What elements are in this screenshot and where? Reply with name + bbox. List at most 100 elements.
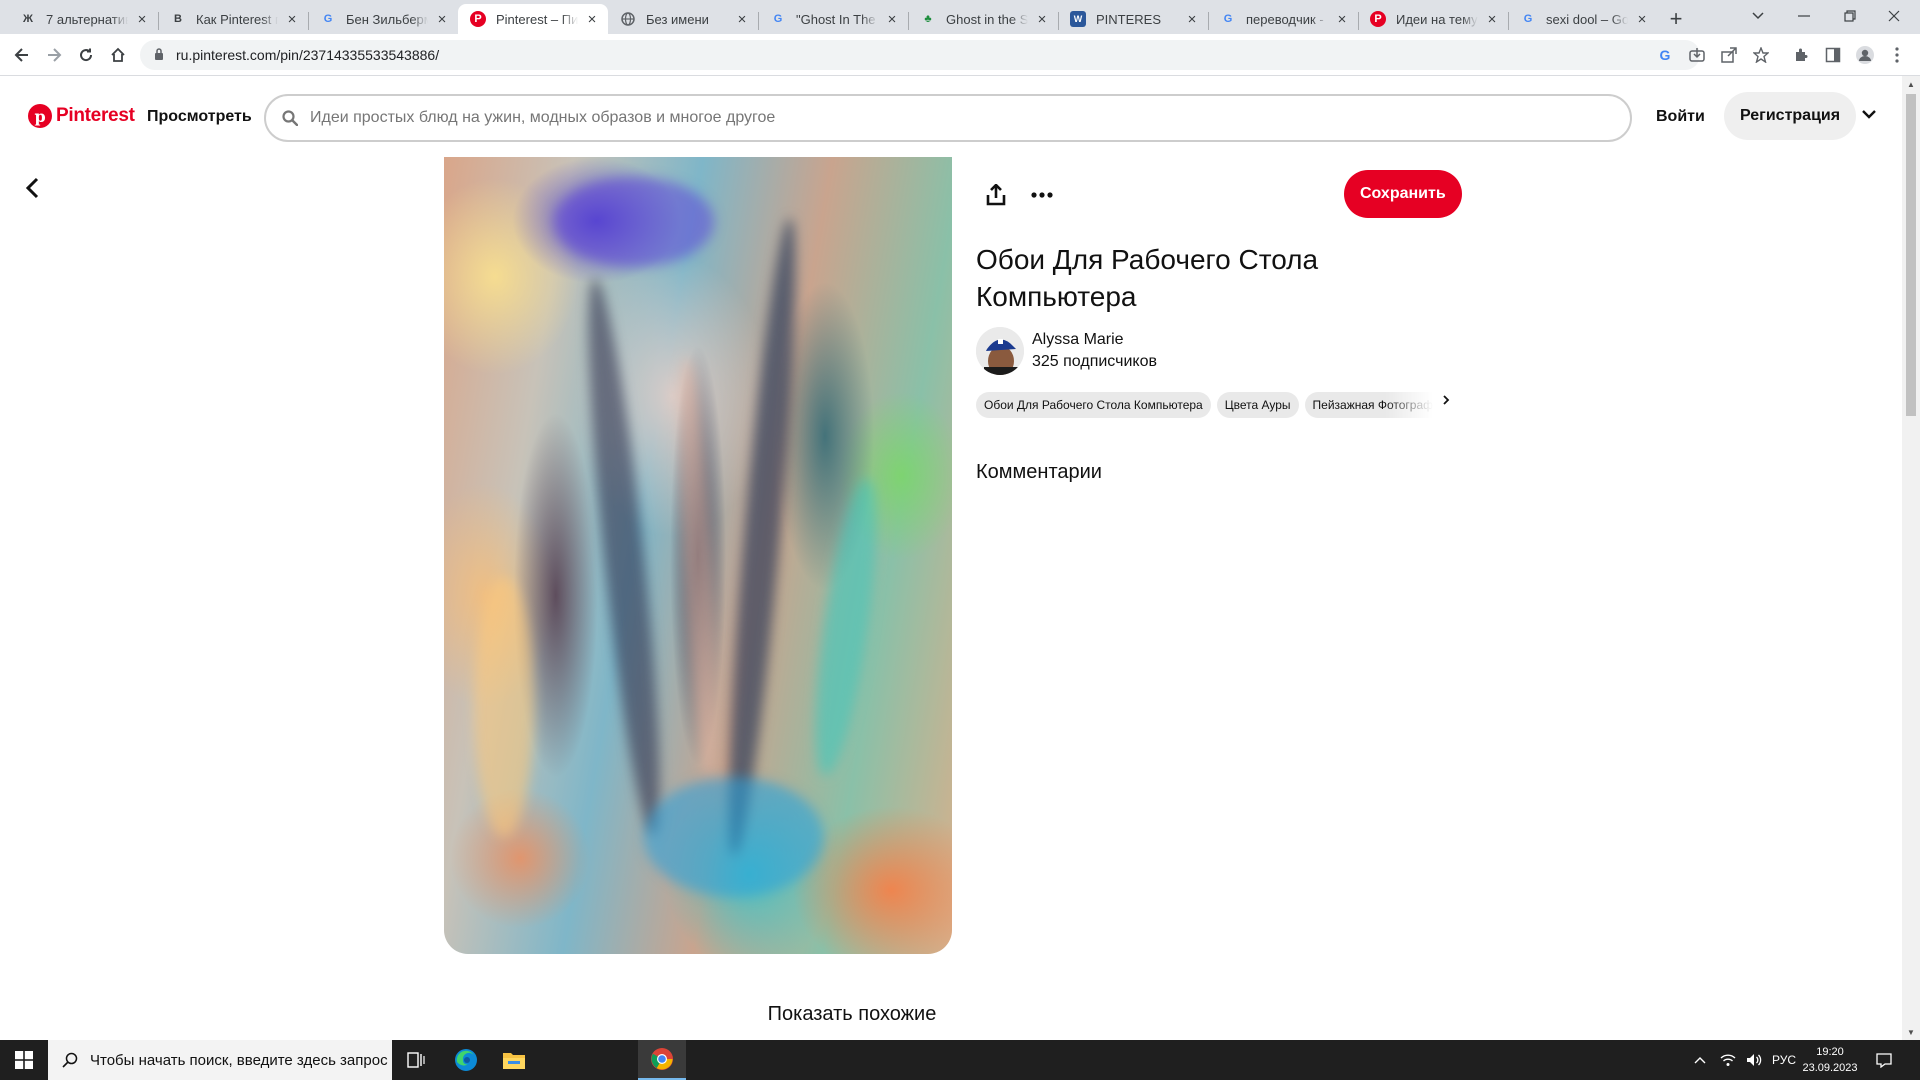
page-scrollbar[interactable]: ▲ ▼ — [1902, 76, 1920, 1040]
back-arrow-icon[interactable] — [18, 172, 46, 204]
browser-tab-active[interactable]: P Pinterest – Пин × — [458, 4, 608, 34]
close-icon[interactable]: × — [1334, 11, 1350, 28]
close-icon[interactable]: × — [884, 11, 900, 28]
close-icon[interactable]: × — [584, 11, 600, 28]
lock-icon[interactable] — [154, 47, 164, 63]
tag-chip[interactable]: Пейзажная Фотография — [1304, 392, 1452, 418]
new-tab-button[interactable]: + — [1662, 5, 1690, 33]
chrome-taskbar-icon[interactable] — [638, 1040, 686, 1080]
scroll-down-icon[interactable]: ▼ — [1902, 1024, 1920, 1040]
signup-button[interactable]: Регистрация — [1724, 92, 1857, 140]
close-icon[interactable]: × — [134, 11, 150, 28]
system-clock[interactable]: 19:20 23.09.2023 — [1800, 1044, 1860, 1076]
image-streak — [716, 216, 808, 858]
close-icon[interactable]: × — [734, 11, 750, 28]
tab-title: PINTERES — [1096, 11, 1162, 27]
avatar[interactable] — [976, 327, 1024, 375]
browser-tab[interactable]: G sexi dool – Goo × — [1508, 4, 1658, 34]
back-icon[interactable] — [8, 41, 36, 69]
scroll-up-icon[interactable]: ▲ — [1902, 76, 1920, 92]
scrollbar-thumb[interactable] — [1906, 94, 1916, 416]
google-icon: G — [1523, 13, 1533, 25]
windows-taskbar: Чтобы начать поиск, введите здесь запрос… — [0, 1040, 1920, 1080]
windows-start-icon[interactable] — [0, 1040, 48, 1080]
image-streak — [673, 356, 723, 778]
volume-icon[interactable] — [1746, 1040, 1762, 1080]
browser-tab[interactable]: W PINTERES × — [1058, 4, 1208, 34]
network-icon[interactable] — [1720, 1040, 1736, 1080]
tag-chip[interactable]: Цвета Ауры — [1216, 392, 1299, 418]
google-icon: G — [773, 13, 783, 25]
tab-title: Как Pinterest по — [196, 11, 278, 27]
tab-title: Идеи на тему « — [1396, 11, 1478, 27]
login-button[interactable]: Войти — [1656, 108, 1705, 126]
browser-tab[interactable]: G Бен Зильберма × — [308, 4, 458, 34]
tab-title: sexi dool – Goo — [1546, 11, 1628, 27]
profile-icon[interactable] — [1852, 42, 1878, 68]
bookmark-star-icon[interactable] — [1748, 42, 1774, 68]
address-bar[interactable]: ru.pinterest.com/pin/23714335533543886/ — [140, 40, 1700, 70]
chrome-menu-icon[interactable] — [1884, 42, 1910, 68]
chevron-right-icon[interactable] — [1442, 393, 1450, 409]
input-language[interactable]: РУС — [1772, 1040, 1796, 1080]
show-hidden-icons[interactable] — [1694, 1040, 1706, 1080]
close-icon[interactable]: × — [1034, 11, 1050, 28]
edge-browser-icon[interactable] — [442, 1040, 490, 1080]
chevron-down-icon[interactable] — [1862, 106, 1876, 124]
more-options-icon[interactable] — [1022, 179, 1062, 211]
close-icon[interactable]: × — [1634, 11, 1650, 28]
forward-icon[interactable] — [40, 41, 68, 69]
file-explorer-icon[interactable] — [490, 1040, 538, 1080]
pin-image[interactable] — [444, 157, 952, 954]
search-input[interactable]: Идеи простых блюд на ужин, модных образо… — [264, 94, 1632, 142]
tag-chip[interactable]: Обои Для Рабочего Стола Компьютера — [976, 392, 1211, 418]
pinterest-icon: P — [470, 11, 486, 27]
browser-tab[interactable]: P Идеи на тему « × — [1358, 4, 1508, 34]
browser-toolbar: ru.pinterest.com/pin/23714335533543886/ … — [0, 34, 1920, 76]
taskbar-search-input[interactable]: Чтобы начать поиск, введите здесь запрос — [48, 1040, 392, 1080]
install-app-icon[interactable] — [1684, 42, 1710, 68]
share-icon[interactable] — [980, 179, 1012, 211]
tab-title: Ghost in the She — [946, 11, 1028, 27]
search-icon — [62, 1052, 78, 1068]
pinterest-icon: P — [1370, 11, 1386, 27]
url-text: ru.pinterest.com/pin/23714335533543886/ — [176, 47, 440, 63]
close-icon[interactable]: × — [1184, 11, 1200, 28]
pin-title: Обои Для Рабочего Стола Компьютера — [976, 244, 1319, 312]
author-name[interactable]: Alyssa Marie — [1032, 331, 1157, 349]
clock-date: 23.09.2023 — [1802, 1062, 1858, 1074]
browser-tab[interactable]: ♣ Ghost in the She × — [908, 4, 1058, 34]
share-page-icon[interactable] — [1716, 42, 1742, 68]
close-icon[interactable]: × — [1484, 11, 1500, 28]
task-view-icon[interactable] — [392, 1040, 440, 1080]
close-icon[interactable]: × — [434, 11, 450, 28]
tab-title: Бен Зильберма — [346, 11, 428, 27]
browser-tab[interactable]: G "Ghost In The S × — [758, 4, 908, 34]
favicon: Ж — [23, 13, 33, 25]
side-panel-icon[interactable] — [1820, 42, 1846, 68]
google-icon: G — [323, 13, 333, 25]
author-info[interactable]: Alyssa Marie 325 подписчиков — [976, 327, 1157, 375]
save-button[interactable]: Сохранить — [1344, 170, 1462, 218]
image-streak — [554, 177, 714, 267]
tab-title: 7 альтернатив — [46, 11, 128, 27]
browser-tab[interactable]: Ж 7 альтернатив × — [8, 4, 158, 34]
browser-tab[interactable]: Без имени × — [608, 4, 758, 34]
pinterest-icon: p — [28, 104, 52, 128]
search-placeholder: Идеи простых блюд на ужин, модных образо… — [310, 109, 776, 126]
notifications-icon[interactable] — [1876, 1040, 1892, 1080]
leaf-icon: ♣ — [924, 13, 932, 25]
more-like-this-text: Показать похожие — [767, 1003, 937, 1025]
browser-tab[interactable]: B Как Pinterest по × — [158, 4, 308, 34]
pinterest-header: p Pinterest Просмотреть Идеи простых блю… — [0, 76, 1900, 156]
pinterest-logo[interactable]: p Pinterest — [28, 104, 135, 128]
reload-icon[interactable] — [72, 41, 100, 69]
image-streak — [574, 276, 674, 838]
home-icon[interactable] — [104, 41, 132, 69]
explore-link[interactable]: Просмотреть — [147, 108, 252, 126]
close-icon[interactable]: × — [284, 11, 300, 28]
google-lens-icon[interactable]: G — [1652, 42, 1678, 68]
extensions-icon[interactable] — [1788, 42, 1814, 68]
browser-tab[interactable]: G переводчик - П × — [1208, 4, 1358, 34]
close-window-button[interactable] — [1866, 0, 1920, 32]
